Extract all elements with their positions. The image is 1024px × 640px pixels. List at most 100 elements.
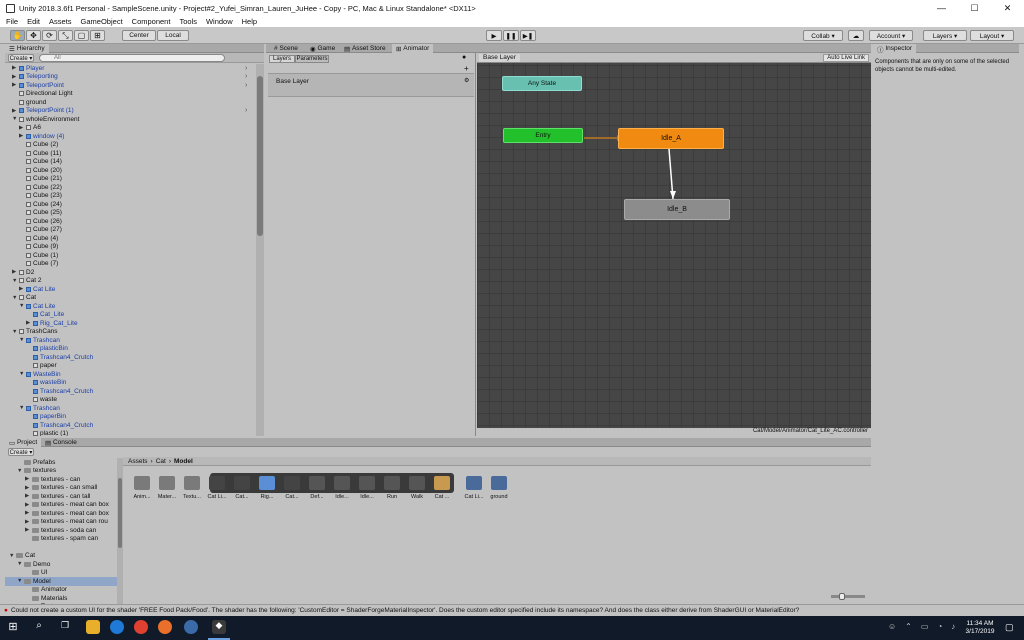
collapsed-arrow-icon[interactable]: ▶ xyxy=(12,108,19,114)
account-dropdown[interactable]: Account ▾ xyxy=(869,30,913,41)
add-layer-button[interactable]: + xyxy=(464,64,469,73)
project-folder-row[interactable]: ▶ textures - meat can box xyxy=(5,509,117,518)
collapsed-arrow-icon[interactable]: ▶ xyxy=(25,493,32,499)
app-icon[interactable] xyxy=(184,620,198,634)
transform-tool-icon[interactable]: ⊞ xyxy=(90,30,105,41)
hierarchy-create-button[interactable]: Create ▾ xyxy=(8,54,34,62)
project-folder-tree[interactable]: Prefabs ▼ textures ▶ textures - can ▶ textures… xyxy=(5,458,117,604)
collapsed-arrow-icon[interactable]: ▶ xyxy=(19,125,26,131)
hierarchy-row[interactable]: Cube (2) xyxy=(19,141,58,150)
menu-tools[interactable]: Tools xyxy=(179,17,197,26)
expanded-arrow-icon[interactable]: ▼ xyxy=(17,578,24,584)
menu-file[interactable]: File xyxy=(6,17,18,26)
project-create-button[interactable]: Create ▾ xyxy=(8,448,34,456)
hierarchy-row[interactable]: Cube (11) xyxy=(19,149,61,158)
collapsed-arrow-icon[interactable]: ▶ xyxy=(12,65,19,71)
pause-button[interactable]: ❚❚ xyxy=(503,30,519,41)
chrome-icon[interactable] xyxy=(134,620,148,634)
collapsed-arrow-icon[interactable]: ▶ xyxy=(19,286,26,292)
collapsed-arrow-icon[interactable]: ▶ xyxy=(26,320,33,326)
hierarchy-row[interactable]: wasteBin xyxy=(26,379,66,388)
expanded-arrow-icon[interactable]: ▼ xyxy=(19,371,26,377)
hierarchy-row[interactable]: Cube (25) xyxy=(19,209,62,218)
tab-hierarchy[interactable]: ☰ Hierarchy xyxy=(5,44,49,53)
hierarchy-row[interactable]: ▼ WasteBin xyxy=(19,370,61,379)
collapsed-arrow-icon[interactable]: ▶ xyxy=(25,519,32,525)
network-icon[interactable]: ◔ xyxy=(937,622,942,631)
notification-icon[interactable]: ▢ xyxy=(1005,622,1014,633)
tab-project[interactable]: ▭ Project xyxy=(5,438,42,447)
state-idle-a[interactable]: Idle_A xyxy=(618,128,724,149)
hierarchy-row[interactable]: Cube (20) xyxy=(19,166,62,175)
collapsed-arrow-icon[interactable]: ▶ xyxy=(25,502,32,508)
hierarchy-row[interactable]: Cube (1) xyxy=(19,251,58,260)
minimize-button[interactable]: — xyxy=(925,0,958,16)
project-folder-row[interactable]: Materials xyxy=(5,594,117,603)
layers-dropdown[interactable]: Layers ▾ xyxy=(923,30,967,41)
layers-tab[interactable]: Layers xyxy=(269,55,295,63)
menu-assets[interactable]: Assets xyxy=(49,17,72,26)
status-bar[interactable]: ● Could not create a custom UI for the s… xyxy=(0,604,1024,615)
project-folder-row[interactable]: ▶ textures - meat can box xyxy=(5,501,117,510)
pivot-center-toggle[interactable]: Center xyxy=(122,30,156,41)
hierarchy-row[interactable]: ▼ Trashcan xyxy=(19,336,60,345)
layer-settings-icon[interactable]: ⚙ xyxy=(464,77,469,84)
tab-console[interactable]: ▤ Console xyxy=(41,438,81,447)
task-view-icon[interactable]: ❐ xyxy=(58,620,72,634)
hierarchy-row[interactable]: ▼ wholeEnvironment xyxy=(12,115,79,124)
project-folder-row[interactable]: ▶ textures - can small xyxy=(5,484,117,493)
state-any-state[interactable]: Any State xyxy=(502,76,582,91)
hierarchy-row[interactable]: Cat_Lite xyxy=(26,311,64,320)
hierarchy-tree[interactable]: ▶ Player › ▶ Teleporting › ▶ TeleportPoint › Dire… xyxy=(5,64,253,436)
hierarchy-row[interactable]: ▼ Cat Lite xyxy=(19,302,55,311)
project-folder-row[interactable] xyxy=(5,543,117,552)
edge-icon[interactable] xyxy=(110,620,124,634)
base-layer-item[interactable]: Base Layer ⚙ xyxy=(268,73,474,97)
hierarchy-row[interactable]: Cube (7) xyxy=(19,260,58,269)
menu-component[interactable]: Component xyxy=(132,17,171,26)
hierarchy-row[interactable]: ▼ Cat 2 xyxy=(12,277,42,286)
asset-item[interactable]: Cat ... xyxy=(430,474,454,512)
firefox-icon[interactable] xyxy=(158,620,172,634)
expanded-arrow-icon[interactable]: ▼ xyxy=(12,295,19,301)
asset-item[interactable]: ground xyxy=(487,474,511,512)
tab-scene[interactable]: # Scene xyxy=(270,44,302,53)
tab-game[interactable]: ◉ Game xyxy=(306,44,339,53)
hierarchy-scroll-thumb[interactable] xyxy=(257,76,263,236)
hierarchy-row[interactable]: Cube (9) xyxy=(19,243,58,252)
rotate-tool-icon[interactable]: ⟳ xyxy=(42,30,57,41)
collapsed-arrow-icon[interactable]: ▶ xyxy=(25,527,32,533)
tray-arrow-icon[interactable]: ⌃ xyxy=(905,622,912,631)
expanded-arrow-icon[interactable]: ▼ xyxy=(19,303,26,309)
tab-animator[interactable]: ⊞ Animator xyxy=(392,44,434,53)
project-tree-scrollbar[interactable] xyxy=(117,458,123,604)
search-icon[interactable]: ⌕ xyxy=(32,620,46,634)
asset-item[interactable]: Rig... xyxy=(255,474,279,512)
asset-item[interactable]: Idle... xyxy=(355,474,379,512)
tab-inspector[interactable]: ⓘ Inspector xyxy=(873,44,917,54)
crumb-cat[interactable]: Cat xyxy=(156,458,166,465)
hierarchy-row[interactable]: Trashcan4_Crutch xyxy=(26,387,93,396)
asset-item[interactable]: Cat Li... xyxy=(205,474,229,512)
file-explorer-icon[interactable] xyxy=(86,620,100,634)
move-tool-icon[interactable]: ✥ xyxy=(26,30,41,41)
hierarchy-row[interactable]: Directional Light xyxy=(12,90,73,99)
zoom-slider[interactable] xyxy=(831,593,865,600)
project-folder-row[interactable]: textures - spam can xyxy=(5,535,117,544)
asset-item[interactable]: Anim... xyxy=(130,474,154,512)
project-folder-row[interactable]: ▶ textures - can tall xyxy=(5,492,117,501)
hierarchy-row[interactable]: Cube (23) xyxy=(19,192,62,201)
rect-tool-icon[interactable]: ▢ xyxy=(74,30,89,41)
hierarchy-row[interactable]: Cube (4) xyxy=(19,234,58,243)
hierarchy-row[interactable]: ground xyxy=(12,98,46,107)
asset-item[interactable]: Run xyxy=(380,474,404,512)
hierarchy-row[interactable]: paper xyxy=(26,362,57,371)
play-button[interactable]: ▶ xyxy=(486,30,502,41)
animator-graph[interactable]: Base Layer Auto Live Link Any State Entr… xyxy=(477,53,871,436)
hierarchy-row[interactable]: ▼ Trashcan xyxy=(19,404,60,413)
expanded-arrow-icon[interactable]: ▼ xyxy=(19,337,26,343)
state-entry[interactable]: Entry xyxy=(503,128,583,143)
unity-taskbar-icon[interactable]: ◆ xyxy=(212,620,226,634)
clock[interactable]: 11:34 AM 3/17/2019 xyxy=(964,620,996,636)
hierarchy-row[interactable]: Cube (24) xyxy=(19,200,62,209)
